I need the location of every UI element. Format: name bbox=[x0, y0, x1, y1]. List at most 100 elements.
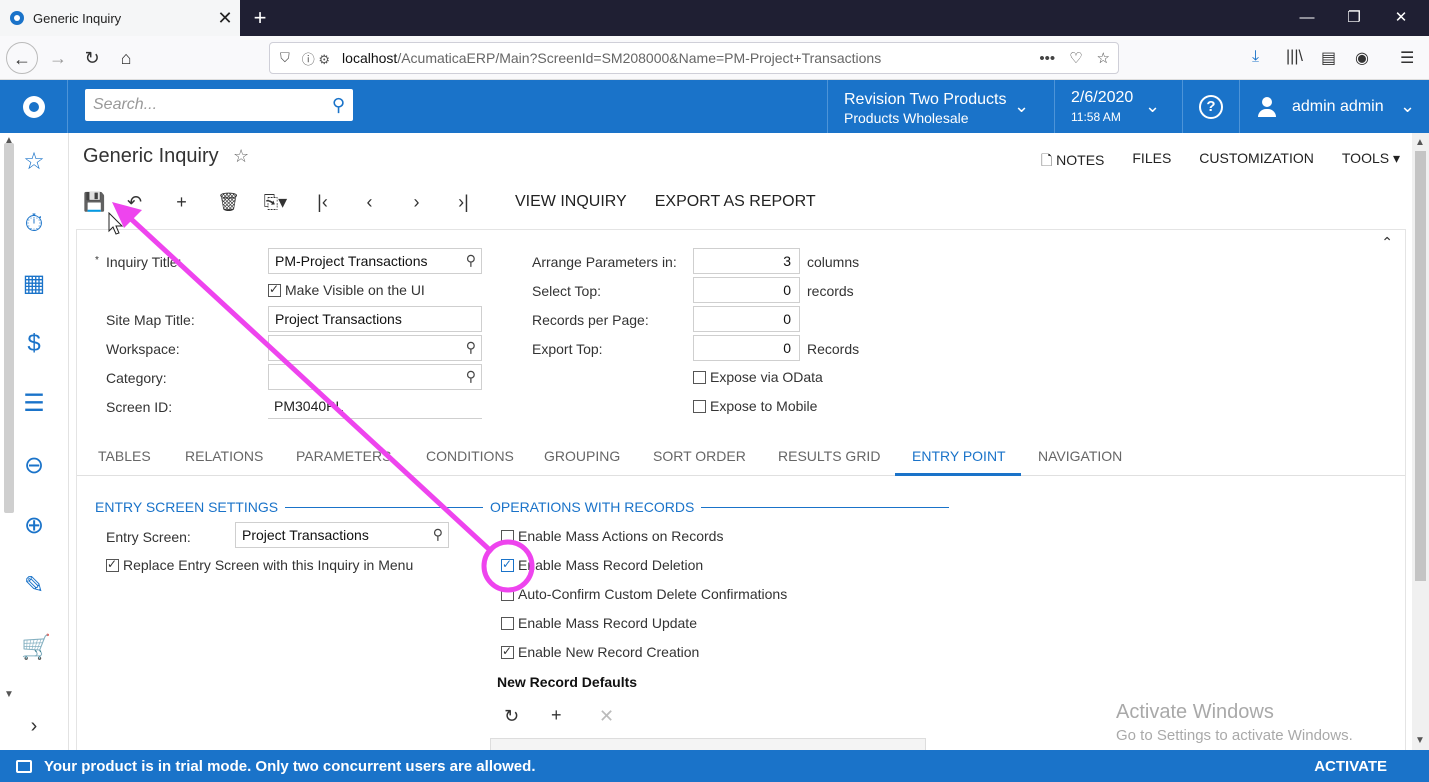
mass-update-checkbox[interactable]: Enable Mass Record Update bbox=[501, 615, 697, 631]
category-field[interactable]: ⚲ bbox=[268, 364, 482, 390]
favorites-star-icon[interactable]: ☆ bbox=[21, 149, 47, 175]
cart-icon[interactable]: 🛒 bbox=[21, 635, 51, 661]
restore-icon[interactable]: ❐ bbox=[1331, 0, 1377, 36]
timer-icon[interactable]: ⏱ bbox=[21, 211, 47, 237]
next-record-icon[interactable]: › bbox=[393, 192, 440, 213]
more-actions-icon[interactable]: ••• bbox=[1039, 50, 1055, 67]
checkbox-box[interactable] bbox=[501, 587, 514, 601]
lookup-search-icon[interactable]: ⚲ bbox=[466, 339, 476, 356]
files-link[interactable]: FILES bbox=[1132, 150, 1171, 174]
scroll-up-icon[interactable]: ▲ bbox=[1415, 137, 1425, 148]
library-icon[interactable]: |||\ bbox=[1286, 48, 1303, 66]
back-arrow-icon[interactable]: ← bbox=[6, 42, 38, 74]
sidebar-toggle-icon[interactable]: ▤ bbox=[1321, 48, 1336, 68]
first-record-icon[interactable]: |‹ bbox=[299, 192, 346, 213]
select-top-field[interactable]: 0 bbox=[693, 277, 800, 303]
edit-icon[interactable]: ✎ bbox=[21, 573, 47, 599]
tab-results-grid[interactable]: RESULTS GRID bbox=[778, 448, 880, 464]
expose-odata-checkbox[interactable]: Expose via OData bbox=[693, 369, 823, 385]
export-top-field[interactable]: 0 bbox=[693, 335, 800, 361]
refresh-icon[interactable]: ↻ bbox=[504, 706, 519, 727]
checkbox-box[interactable] bbox=[693, 399, 706, 413]
calculator-icon[interactable]: ▦ bbox=[21, 271, 47, 297]
records-per-page-field[interactable]: 0 bbox=[693, 306, 800, 332]
minus-circle-icon[interactable]: ⊖ bbox=[21, 453, 47, 479]
site-map-title-field[interactable]: Project Transactions bbox=[268, 306, 482, 332]
project-bars-icon[interactable]: ☰ bbox=[21, 391, 47, 417]
tab-grouping[interactable]: GROUPING bbox=[544, 448, 620, 464]
inquiry-title-field[interactable]: PM-Project Transactions ⚲ bbox=[268, 248, 482, 274]
window-close-icon[interactable]: ✕ bbox=[1378, 0, 1424, 36]
sidebar-scroll-down-icon[interactable]: ▼ bbox=[4, 689, 14, 700]
workspace-field[interactable]: ⚲ bbox=[268, 335, 482, 361]
lookup-search-icon[interactable]: ⚲ bbox=[466, 368, 476, 385]
replace-entry-screen-checkbox[interactable]: Replace Entry Screen with this Inquiry i… bbox=[106, 557, 413, 573]
tab-relations[interactable]: RELATIONS bbox=[185, 448, 263, 464]
checkbox-box[interactable] bbox=[501, 529, 514, 543]
previous-record-icon[interactable]: ‹ bbox=[346, 192, 393, 213]
browser-tab[interactable]: Generic Inquiry ✕ bbox=[0, 0, 240, 36]
page-scrollbar[interactable]: ▲ ▼ bbox=[1412, 133, 1429, 750]
expand-sidebar-icon[interactable]: › bbox=[21, 713, 47, 739]
help-button[interactable]: ? bbox=[1182, 80, 1239, 133]
checkbox-box[interactable] bbox=[501, 616, 514, 630]
search-icon[interactable]: ⚲ bbox=[332, 95, 345, 116]
add-row-icon[interactable]: + bbox=[551, 705, 562, 726]
favorite-star-icon[interactable]: ☆ bbox=[233, 146, 249, 167]
pocket-icon[interactable]: ♡ bbox=[1069, 49, 1082, 67]
dollar-icon[interactable]: $ bbox=[21, 331, 47, 357]
lookup-search-icon[interactable]: ⚲ bbox=[433, 526, 443, 543]
tab-parameters[interactable]: PARAMETERS bbox=[296, 448, 391, 464]
forward-arrow-icon[interactable]: → bbox=[42, 42, 74, 74]
bookmark-star-icon[interactable]: ☆ bbox=[1097, 49, 1110, 67]
hamburger-menu-icon[interactable]: ☰ bbox=[1400, 48, 1414, 68]
account-icon[interactable]: ◉ bbox=[1355, 48, 1369, 68]
checkbox-box[interactable] bbox=[501, 557, 514, 572]
tab-conditions[interactable]: CONDITIONS bbox=[426, 448, 514, 464]
lookup-search-icon[interactable]: ⚲ bbox=[466, 252, 476, 269]
tab-sort-order[interactable]: SORT ORDER bbox=[653, 448, 746, 464]
delete-row-icon[interactable]: ✕ bbox=[599, 706, 614, 727]
company-selector[interactable]: Revision Two Products Products Wholesale… bbox=[827, 80, 1054, 133]
tools-menu[interactable]: TOOLS ▾ bbox=[1342, 150, 1400, 174]
arrange-parameters-field[interactable]: 3 bbox=[693, 248, 800, 274]
checkbox-box[interactable] bbox=[268, 282, 281, 297]
last-record-icon[interactable]: ›| bbox=[440, 192, 487, 213]
acumatica-logo-icon[interactable] bbox=[0, 80, 68, 133]
activate-button[interactable]: ACTIVATE bbox=[1314, 758, 1387, 775]
checkbox-box[interactable] bbox=[501, 644, 514, 659]
tab-entry-point[interactable]: ENTRY POINT bbox=[912, 448, 1006, 464]
reload-icon[interactable]: ↻ bbox=[76, 42, 108, 74]
mass-actions-checkbox[interactable]: Enable Mass Actions on Records bbox=[501, 528, 723, 544]
plus-circle-icon[interactable]: ⊕ bbox=[21, 513, 47, 539]
new-record-creation-checkbox[interactable]: Enable New Record Creation bbox=[501, 644, 699, 660]
collapse-chevron-icon[interactable]: ⌃ bbox=[1381, 234, 1393, 251]
sidebar-scrollbar[interactable] bbox=[4, 143, 14, 513]
save-icon[interactable]: 💾 bbox=[83, 192, 111, 213]
delete-icon[interactable]: 🗑 bbox=[205, 192, 252, 213]
new-tab-button[interactable]: + bbox=[248, 4, 272, 32]
checkbox-box[interactable] bbox=[693, 370, 706, 384]
minimize-icon[interactable]: — bbox=[1284, 0, 1330, 36]
home-icon[interactable]: ⌂ bbox=[110, 42, 142, 74]
undo-icon[interactable]: ↶ bbox=[111, 192, 158, 213]
expose-mobile-checkbox[interactable]: Expose to Mobile bbox=[693, 398, 817, 414]
info-icon[interactable]: ⓘ ⚙ bbox=[302, 49, 330, 68]
tab-navigation[interactable]: NAVIGATION bbox=[1038, 448, 1122, 464]
view-inquiry-button[interactable]: VIEW INQUIRY bbox=[515, 193, 627, 211]
business-date-selector[interactable]: 2/6/2020 11:58 AM ⌄ bbox=[1054, 80, 1182, 133]
customization-link[interactable]: CUSTOMIZATION bbox=[1199, 150, 1314, 174]
sidebar-scroll-up-icon[interactable]: ▲ bbox=[4, 135, 14, 146]
make-visible-checkbox[interactable]: Make Visible on the UI bbox=[268, 282, 425, 298]
mass-deletion-checkbox[interactable]: Enable Mass Record Deletion bbox=[501, 557, 703, 573]
entry-screen-field[interactable]: Project Transactions ⚲ bbox=[235, 522, 449, 548]
copy-paste-icon[interactable]: ⎘▾ bbox=[252, 192, 299, 213]
user-menu[interactable]: admin admin ⌄ bbox=[1239, 80, 1429, 133]
export-as-report-button[interactable]: EXPORT AS REPORT bbox=[655, 193, 816, 211]
download-icon[interactable]: ⤓ bbox=[1252, 48, 1259, 66]
scrollbar-thumb[interactable] bbox=[1415, 151, 1426, 581]
checkbox-box[interactable] bbox=[106, 557, 119, 572]
add-icon[interactable]: + bbox=[158, 192, 205, 213]
address-bar[interactable]: ⛉ ⓘ ⚙ localhost /AcumaticaERP/Main?Scree… bbox=[269, 42, 1119, 74]
tab-close-icon[interactable]: ✕ bbox=[210, 8, 240, 29]
